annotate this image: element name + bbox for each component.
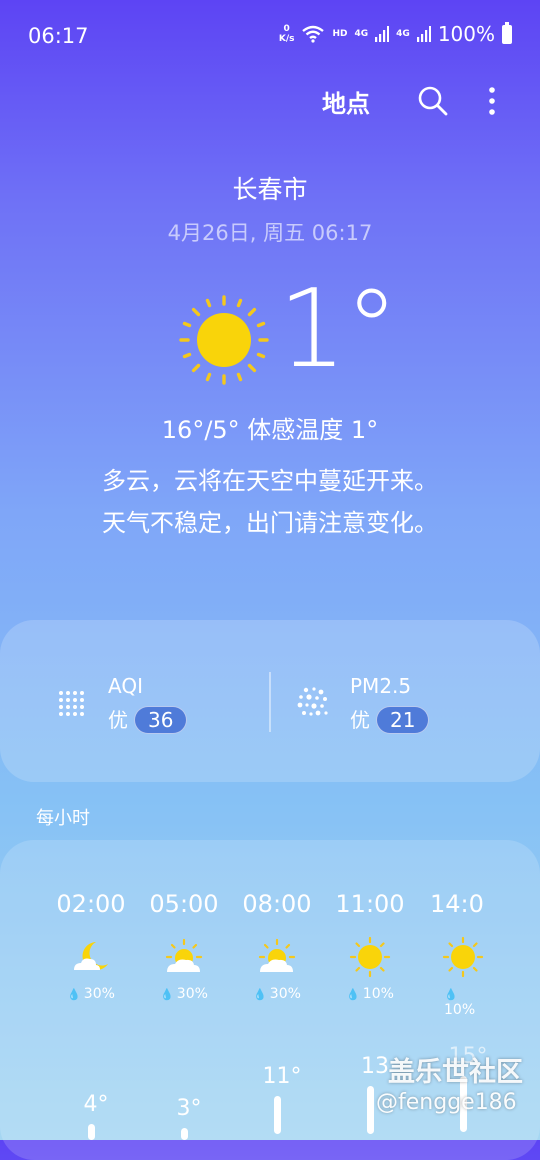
temperature-range-feels-like: 16°/5° 体感温度 1° <box>161 416 379 444</box>
sunny-icon <box>179 295 269 385</box>
status-time: 06:17 <box>28 24 89 48</box>
weather-description-line1: 多云，云将在天空中蔓延开来。 <box>102 467 438 495</box>
sunny-icon <box>442 936 484 978</box>
watermark-handle: @fengge186 <box>376 1090 517 1115</box>
network-speed-unit: K/s <box>278 34 295 44</box>
hourly-temp-bar <box>88 1124 95 1140</box>
pm25-level: 优 <box>350 708 370 732</box>
network-speed-value: 0 <box>283 24 290 34</box>
network-speed: 0 K/s <box>279 24 295 44</box>
aqi-divider <box>269 672 271 732</box>
aqi-dots-icon <box>59 691 84 716</box>
raindrop-icon: 💧 <box>160 988 174 1001</box>
hourly-precip-value: 10% <box>444 1002 476 1018</box>
more-vert-icon[interactable] <box>478 84 506 118</box>
hourly-time: 08:00 <box>242 890 312 918</box>
hourly-temp-bar <box>274 1096 281 1134</box>
network-type-2: 4G <box>396 29 410 39</box>
network-type-1: 4G <box>354 29 369 39</box>
hourly-time: 11:00 <box>335 890 405 918</box>
raindrop-icon: 💧 <box>67 988 81 1001</box>
status-bar: 06:17 0 K/s HD 4G 4G 100% <box>0 0 540 70</box>
sun-cloud-icon <box>258 938 296 972</box>
hourly-precip-value: 30% <box>83 986 115 1002</box>
hourly-temp-bar <box>367 1086 374 1134</box>
hourly-time: 02:00 <box>56 890 126 918</box>
update-datetime: 4月26日, 周五 06:17 <box>167 221 373 245</box>
pm25-value-badge: 21 <box>376 706 430 734</box>
hourly-precip-value: 10% <box>362 986 394 1002</box>
hourly-temp: 4° <box>83 1092 109 1117</box>
signal-icon-1 <box>375 26 390 42</box>
status-indicators: 0 K/s HD 4G 4G 100% <box>279 21 512 46</box>
raindrop-icon: 💧 <box>444 988 458 1001</box>
pm25-dots-icon <box>297 687 328 716</box>
sun-cloud-icon <box>165 938 203 972</box>
hd-indicator: HD <box>332 29 348 39</box>
watermark-community: 盖乐世社区 <box>388 1057 523 1088</box>
hourly-temp: 3° <box>176 1096 202 1121</box>
pm25-label: PM2.5 <box>350 674 412 698</box>
hourly-time: 05:00 <box>149 890 219 918</box>
aqi-label: AQI <box>108 674 143 698</box>
hourly-item: 02:00 💧 30% <box>46 890 136 1002</box>
hourly-item: 11:00 💧 10% <box>325 890 415 1002</box>
hourly-precip-value: 30% <box>176 986 208 1002</box>
city-name: 长春市 <box>232 175 308 204</box>
hourly-precip: 💧 30% <box>139 986 229 1002</box>
sunny-icon <box>349 936 391 978</box>
moon-cloud-icon <box>74 942 108 970</box>
hourly-precip: 💧 30% <box>232 986 322 1002</box>
aqi-value-badge: 36 <box>134 706 188 734</box>
battery-icon <box>502 21 512 44</box>
hourly-temp-bar <box>181 1128 188 1140</box>
wifi-icon <box>302 25 325 43</box>
aqi-value-row: 优 36 <box>108 704 188 734</box>
raindrop-icon: 💧 <box>253 988 267 1001</box>
raindrop-icon: 💧 <box>346 988 360 1001</box>
hourly-precip: 💧10% <box>325 986 415 1002</box>
signal-icon-2 <box>416 26 431 42</box>
battery-percent: 100% <box>437 22 495 46</box>
aqi-level: 优 <box>108 708 128 732</box>
hourly-item: 05:00 💧 30% <box>139 890 229 1002</box>
hourly-precip: 💧10% <box>418 986 486 1018</box>
search-icon[interactable] <box>416 84 450 118</box>
hourly-title: 每小时 <box>36 808 90 829</box>
hourly-time: 14:0 <box>430 890 484 918</box>
weather-description-line2: 天气不稳定，出门请注意变化。 <box>102 509 438 537</box>
pm25-value-row: 优 21 <box>350 704 430 734</box>
hourly-item: 08:00 💧 30% <box>232 890 322 1002</box>
weather-description: 多云，云将在天空中蔓延开来。 天气不稳定，出门请注意变化。 <box>40 460 500 544</box>
current-temperature: 1° <box>278 267 399 392</box>
hourly-precip: 💧 30% <box>46 986 136 1002</box>
hourly-temp: 11° <box>262 1064 302 1089</box>
hourly-item: 14:0 💧10% <box>418 890 486 1018</box>
locations-button[interactable]: 地点 <box>322 84 370 119</box>
hourly-precip-value: 30% <box>269 986 301 1002</box>
